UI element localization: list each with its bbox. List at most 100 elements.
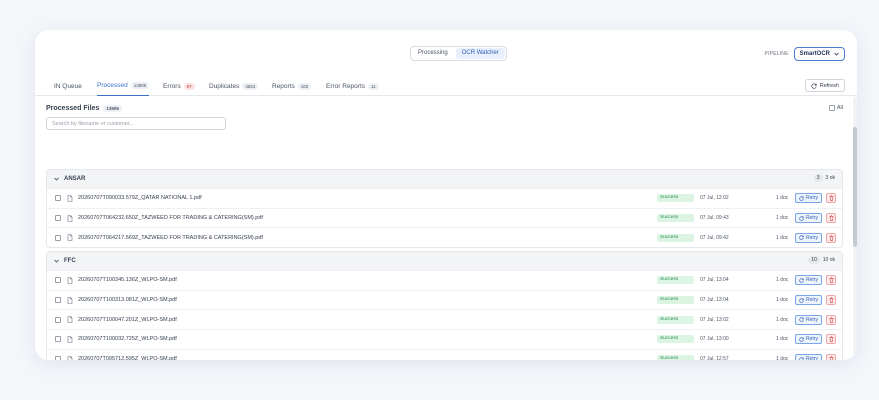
tab-in-queue[interactable]: IN Queue	[54, 76, 82, 96]
file-icon	[67, 336, 73, 343]
file-name[interactable]: 20260707T100047.201Z_WLPO-SM.pdf	[78, 317, 177, 323]
file-name[interactable]: 20260707T090033.579Z_QATAR NATIONAL 1.pd…	[78, 195, 202, 201]
row-checkbox[interactable]	[55, 297, 61, 304]
delete-button[interactable]	[826, 354, 836, 360]
file-name[interactable]: 20260707T064232.650Z_TAZWEED FOR TRADING…	[78, 215, 263, 221]
file-icon	[67, 296, 73, 304]
refresh-button[interactable]: Refresh	[804, 79, 845, 92]
retry-button[interactable]: Retry	[795, 232, 822, 243]
processing-toggle-button[interactable]: Processing	[412, 48, 454, 59]
tab-processed[interactable]: Processed 13905	[97, 76, 150, 96]
file-icon	[67, 355, 73, 360]
status-badge: Success	[657, 355, 694, 360]
processed-time: 07 Jul, 13:04	[700, 277, 729, 284]
trash-icon	[829, 215, 833, 221]
tab-reports[interactable]: Reports 102	[272, 76, 312, 96]
tab-label: Duplicates	[209, 82, 240, 90]
tab-label: Reports	[272, 82, 295, 90]
delete-button[interactable]	[826, 314, 836, 325]
row-checkbox[interactable]	[55, 195, 61, 202]
retry-label: Retry	[806, 277, 818, 284]
row-checkbox[interactable]	[55, 234, 61, 241]
doc-count: 1 doc	[776, 234, 789, 241]
tab-errors[interactable]: Errors 97	[163, 76, 195, 96]
ocr-watcher-toggle-button[interactable]: OCR Watcher	[455, 48, 505, 59]
trash-icon	[829, 336, 833, 343]
retry-icon	[799, 235, 804, 240]
retry-button[interactable]: Retry	[795, 314, 822, 325]
checkbox[interactable]	[828, 105, 835, 111]
retry-button[interactable]: Retry	[795, 295, 822, 306]
scrollbar-thumb[interactable]	[853, 127, 857, 247]
pipeline-selector: PIPELINE SmartOCR	[765, 47, 845, 61]
delete-button[interactable]	[826, 193, 836, 204]
row-checkbox[interactable]	[55, 336, 61, 343]
delete-button[interactable]	[826, 275, 836, 286]
group-ok-count: 3 ok	[825, 175, 835, 181]
retry-label: Retry	[806, 297, 818, 304]
count-badge: 97	[183, 82, 195, 90]
retry-label: Retry	[806, 336, 818, 343]
file-name[interactable]: 20260707T064217.569Z_TAZWEED FOR TRADING…	[78, 235, 263, 241]
file-name[interactable]: 20260707T100345.136Z_WLPO-SM.pdf	[78, 277, 177, 283]
group-counts: 33 ok	[813, 174, 835, 182]
status-badge: Success	[657, 194, 694, 203]
delete-button[interactable]	[826, 295, 836, 306]
file-row: 20260707T064232.650Z_TAZWEED FOR TRADING…	[47, 207, 842, 228]
trash-icon	[829, 234, 833, 241]
search-input[interactable]	[46, 117, 226, 130]
processed-time: 07 Jul, 13:04	[700, 297, 729, 304]
doc-count: 1 doc	[776, 336, 789, 343]
count-badge: 102	[297, 82, 312, 90]
count-badge: 4824	[242, 82, 259, 90]
tab-duplicates[interactable]: Duplicates 4824	[209, 76, 259, 96]
processed-files-panel: Processed Files 13905 All ANSAR 33 ok 2026…	[35, 97, 853, 360]
retry-button[interactable]: Retry	[795, 275, 822, 286]
select-all-checkbox[interactable]: All	[828, 105, 843, 111]
retry-label: Retry	[806, 195, 818, 202]
retry-icon	[799, 297, 804, 303]
group-name: ANSAR	[64, 176, 86, 182]
refresh-label: Refresh	[819, 82, 839, 89]
retry-button[interactable]: Retry	[795, 334, 822, 345]
status-badge: Success	[657, 296, 694, 305]
delete-button[interactable]	[826, 334, 836, 345]
trash-icon	[829, 316, 833, 323]
group-count-badge: 3	[813, 174, 823, 182]
file-row: 20260707T100313.081Z_WLPO-SM.pdf Success 0…	[47, 289, 842, 310]
select-all-label: All	[836, 105, 843, 111]
file-icon	[67, 195, 73, 202]
file-name[interactable]: 20260707T100032.725Z_WLPO-SM.pdf	[78, 336, 177, 342]
retry-icon	[799, 278, 804, 283]
pipeline-label: PIPELINE	[764, 51, 789, 57]
retry-button[interactable]: Retry	[795, 213, 822, 224]
retry-label: Retry	[806, 234, 818, 241]
tab-label: Processed	[97, 82, 128, 89]
file-name[interactable]: 20260707T095712.595Z_WLPO-SM.pdf	[78, 356, 177, 360]
row-checkbox[interactable]	[55, 356, 61, 360]
retry-icon	[799, 317, 804, 322]
status-badge: Success	[657, 335, 694, 344]
group-header[interactable]: ANSAR 3 3 ok	[47, 170, 842, 188]
retry-label: Retry	[806, 215, 818, 222]
retry-button[interactable]: Retry	[795, 193, 822, 204]
tab-label: Errors	[163, 82, 181, 90]
delete-button[interactable]	[826, 213, 836, 224]
row-checkbox[interactable]	[55, 316, 61, 323]
row-checkbox[interactable]	[55, 277, 61, 284]
delete-button[interactable]	[826, 232, 836, 243]
chevron-down-icon	[54, 259, 59, 263]
status-badge: Success	[657, 214, 694, 223]
group-header[interactable]: FFC 10 10 ok	[47, 252, 842, 270]
retry-icon	[799, 337, 804, 342]
tab-error-reports[interactable]: Error Reports 11	[326, 76, 379, 96]
pipeline-select[interactable]: SmartOCR	[793, 47, 845, 61]
retry-button[interactable]: Retry	[795, 354, 822, 360]
panel-title: Processed Files 13905	[46, 105, 122, 112]
retry-icon	[799, 215, 804, 221]
pipeline-selected-value: SmartOCR	[799, 51, 830, 57]
file-name[interactable]: 20260707T100313.081Z_WLPO-SM.pdf	[78, 297, 177, 303]
trash-icon	[829, 297, 833, 303]
group-count-badge: 10	[808, 256, 820, 264]
row-checkbox[interactable]	[55, 215, 61, 222]
